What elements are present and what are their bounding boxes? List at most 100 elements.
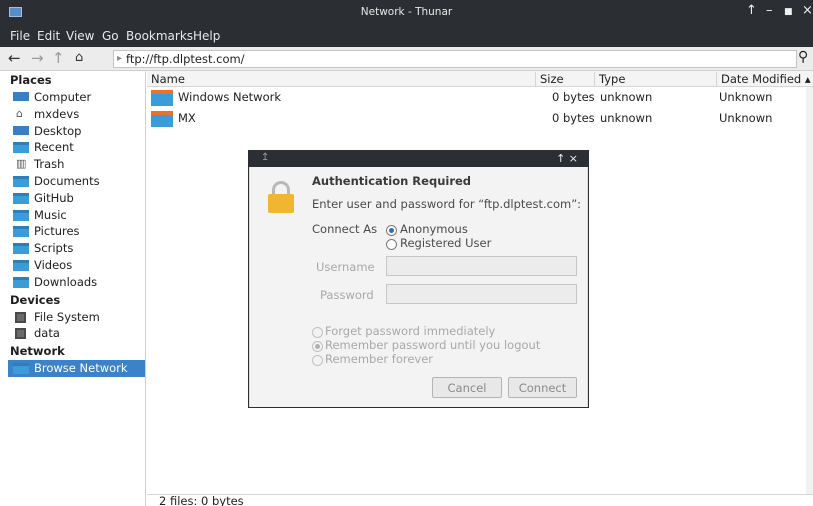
- remember-forever-radio[interactable]: [312, 355, 323, 366]
- connect-button[interactable]: Connect: [508, 377, 577, 398]
- menu-file[interactable]: File: [10, 29, 30, 43]
- window-titlebar: Network - Thunar ↑ – ■ ×: [0, 0, 813, 26]
- table-row[interactable]: MX 0 bytes unknown Unknown: [147, 109, 813, 129]
- sidebar-item-recent[interactable]: Recent: [8, 139, 145, 156]
- network-folder-icon: [13, 363, 29, 375]
- sidebar-item-label: Music: [34, 207, 67, 222]
- dialog-heading: Authentication Required: [312, 174, 472, 188]
- sidebar-item-browse-network[interactable]: Browse Network: [8, 360, 145, 377]
- computer-icon: [13, 92, 29, 101]
- dialog-body: Authentication Required Enter user and p…: [250, 167, 587, 407]
- location-bar[interactable]: ▸: [113, 50, 797, 68]
- anonymous-label: Anonymous: [400, 222, 468, 236]
- connect-as-label: Connect As: [312, 222, 378, 236]
- forward-icon[interactable]: →: [31, 49, 44, 67]
- pictures-folder-icon: [13, 226, 29, 238]
- search-icon[interactable]: ⚲: [798, 49, 808, 65]
- column-header-name[interactable]: Name: [147, 72, 185, 86]
- menu-view[interactable]: View: [66, 29, 94, 43]
- remember-forever-label: Remember forever: [325, 352, 434, 366]
- column-header-type[interactable]: Type: [594, 72, 714, 86]
- sidebar-item-label: Documents: [34, 173, 100, 188]
- sort-ascending-icon: ▴: [804, 72, 811, 86]
- sidebar-item-label: mxdevs: [34, 106, 80, 121]
- file-name: MX: [178, 111, 196, 125]
- username-field[interactable]: [386, 256, 577, 276]
- up-icon[interactable]: ↑: [52, 49, 65, 67]
- home-icon: ⌂: [16, 106, 23, 120]
- sidebar-item-label: Desktop: [34, 123, 82, 138]
- dialog-prompt: Enter user and password for “ftp.dlptest…: [312, 197, 582, 211]
- cancel-button[interactable]: Cancel: [432, 377, 502, 398]
- sidebar-item-label: Browse Network: [34, 361, 128, 376]
- minimize-button[interactable]: –: [766, 3, 773, 18]
- lock-icon: [268, 181, 294, 213]
- sidebar-heading-devices: Devices: [10, 292, 61, 307]
- anonymous-radio[interactable]: [386, 225, 397, 236]
- toolbar: ← → ↑ ⌂ ▸ ⚲: [0, 47, 813, 71]
- menu-edit[interactable]: Edit: [37, 29, 60, 43]
- password-label: Password: [320, 288, 374, 302]
- drive-icon: [15, 328, 26, 340]
- sidebar-item-label: GitHub: [34, 190, 74, 205]
- file-type: unknown: [600, 90, 653, 104]
- sidebar-item-music[interactable]: Music: [8, 207, 145, 224]
- forget-password-label: Forget password immediately: [325, 324, 496, 338]
- column-header-date-modified[interactable]: Date Modified ▴: [716, 72, 813, 86]
- sidebar-item-label: Recent: [34, 140, 74, 155]
- sidebar-item-downloads[interactable]: Downloads: [8, 274, 145, 291]
- sidebar-item-label: data: [34, 326, 60, 341]
- sidebar-item-pictures[interactable]: Pictures: [8, 223, 145, 240]
- column-header-date-label: Date Modified: [721, 72, 802, 86]
- forget-password-radio[interactable]: [312, 327, 323, 338]
- videos-folder-icon: [13, 259, 29, 271]
- menu-bookmarks[interactable]: Bookmarks: [126, 29, 193, 43]
- window-title: Network - Thunar: [360, 6, 453, 18]
- close-button[interactable]: ×: [802, 3, 813, 18]
- sidebar-item-label: Scripts: [34, 241, 74, 256]
- password-field[interactable]: [386, 284, 577, 304]
- maximize-button[interactable]: ■: [784, 7, 793, 17]
- downloads-folder-icon: [13, 276, 29, 288]
- status-bar: 2 files: 0 bytes: [147, 494, 813, 506]
- sidebar-item-github[interactable]: GitHub: [8, 190, 145, 207]
- network-location-icon: ▸: [117, 53, 123, 64]
- sidebar-item-desktop[interactable]: Desktop: [8, 123, 145, 140]
- column-header-size[interactable]: Size: [535, 72, 591, 86]
- home-icon[interactable]: ⌂: [75, 50, 83, 65]
- username-label: Username: [316, 260, 375, 274]
- sidebar-item-file-system[interactable]: File System: [8, 309, 145, 326]
- sidebar-heading-network: Network: [10, 344, 65, 359]
- table-row[interactable]: Windows Network 0 bytes unknown Unknown: [147, 88, 813, 108]
- sidebar-item-scripts[interactable]: Scripts: [8, 240, 145, 257]
- documents-folder-icon: [13, 175, 29, 187]
- menu-go[interactable]: Go: [102, 29, 119, 43]
- registered-user-label: Registered User: [400, 236, 492, 250]
- registered-user-radio[interactable]: [386, 239, 397, 250]
- dialog-pin-icon[interactable]: ↥: [261, 152, 269, 163]
- remember-until-logout-radio[interactable]: [312, 341, 323, 352]
- sidebar-item-label: Downloads: [34, 274, 98, 289]
- back-icon[interactable]: ←: [8, 49, 21, 67]
- file-name: Windows Network: [178, 90, 282, 104]
- remember-until-logout-label: Remember password until you logout: [325, 338, 541, 352]
- sidebar-item-videos[interactable]: Videos: [8, 257, 145, 274]
- menubar: File Edit View Go Bookmarks Help: [0, 26, 813, 47]
- music-folder-icon: [13, 209, 29, 221]
- dialog-window-controls[interactable]: ↑ ×: [556, 152, 578, 165]
- vertical-scrollbar[interactable]: [806, 87, 813, 494]
- file-type: unknown: [600, 111, 653, 125]
- sidebar-item-computer[interactable]: Computer: [8, 89, 145, 106]
- authentication-dialog: ↥ ↑ × Authentication Required Enter user…: [248, 150, 589, 408]
- sidebar-item-trash[interactable]: ▥ Trash: [8, 156, 145, 173]
- sidebar-item-label: Trash: [34, 157, 65, 172]
- menu-help[interactable]: Help: [193, 29, 220, 43]
- location-input[interactable]: [126, 51, 786, 67]
- sidebar: Places Computer ⌂ mxdevs Desktop Recent ▥…: [8, 71, 146, 506]
- sidebar-item-documents[interactable]: Documents: [8, 173, 145, 190]
- sidebar-item-label: Videos: [34, 257, 73, 272]
- sidebar-item-data[interactable]: data: [8, 325, 145, 342]
- pin-window-icon[interactable]: ↑: [746, 3, 757, 18]
- sidebar-item-mxdevs[interactable]: ⌂ mxdevs: [8, 106, 145, 123]
- column-header-row: Name Size Type Date Modified ▴: [147, 71, 813, 87]
